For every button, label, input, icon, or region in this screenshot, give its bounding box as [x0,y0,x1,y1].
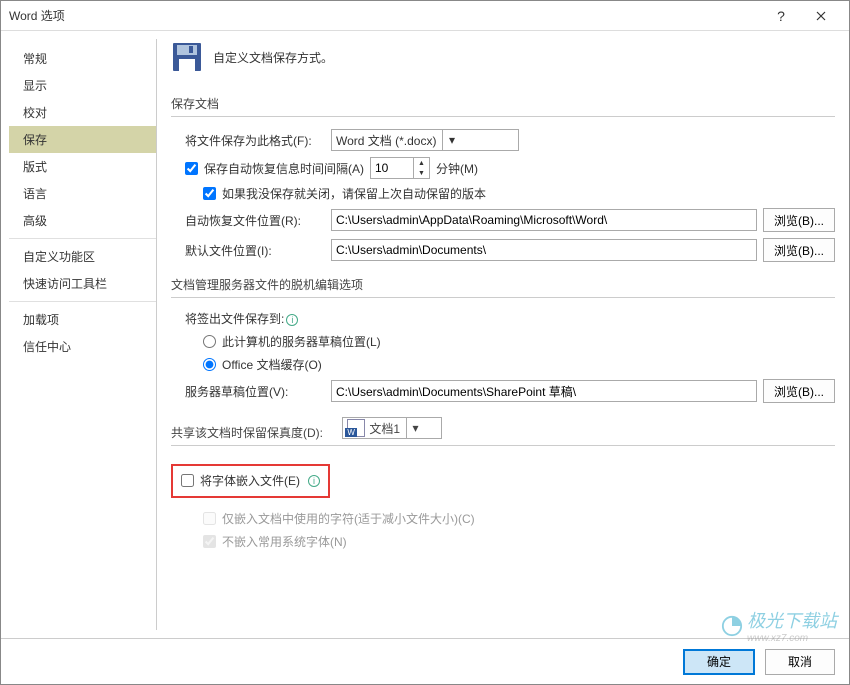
keep-last-checkbox-input[interactable] [203,187,216,200]
radio-office-cache-input[interactable] [203,358,216,371]
row-autorecover-loc: 自动恢复文件位置(R): 浏览(B)... [171,208,835,232]
no-common-fonts-label: 不嵌入常用系统字体(N) [222,533,347,550]
sidebar-item-9[interactable]: 加载项 [9,306,156,333]
radio-office-cache[interactable]: Office 文档缓存(O) [203,356,322,373]
close-icon [816,11,826,21]
autosave-checkbox-input[interactable] [185,162,198,175]
sidebar: 常规显示校对保存版式语言高级自定义功能区快速访问工具栏加载项信任中心 [9,39,157,630]
no-common-fonts-checkbox: 不嵌入常用系统字体(N) [203,533,347,550]
row-no-common-fonts: 不嵌入常用系统字体(N) [171,533,835,550]
info-icon[interactable]: i [308,475,320,487]
sidebar-item-8[interactable]: 快速访问工具栏 [9,270,156,297]
fidelity-doc-dropdown[interactable]: 文档1 ▾ [342,417,442,439]
save-format-value: Word 文档 (*.docx) [336,132,436,149]
save-format-label: 将文件保存为此格式(F): [185,132,325,149]
ok-button[interactable]: 确定 [683,649,755,675]
sidebar-item-10[interactable]: 信任中心 [9,333,156,360]
row-checkout-label: 将签出文件保存到:i [171,310,835,327]
sidebar-item-2[interactable]: 校对 [9,99,156,126]
radio-office-cache-label: Office 文档缓存(O) [222,356,322,373]
content-panel: 自定义文档保存方式。 保存文档 将文件保存为此格式(F): Word 文档 (*… [157,31,849,638]
autosave-interval-input[interactable] [371,158,413,178]
sidebar-item-6[interactable]: 高级 [9,207,156,234]
row-keep-last: 如果我没保存就关闭，请保留上次自动保留的版本 [171,185,835,202]
browse-server-drafts-button[interactable]: 浏览(B)... [763,379,835,403]
info-icon[interactable]: i [286,314,298,326]
embed-fonts-highlight: 将字体嵌入文件(E) i [171,464,330,498]
autorecover-loc-label: 自动恢复文件位置(R): [185,212,325,229]
keep-last-checkbox[interactable]: 如果我没保存就关闭，请保留上次自动保留的版本 [203,185,486,202]
server-drafts-loc-input[interactable] [331,380,757,402]
row-autosave: 保存自动恢复信息时间间隔(A) ▲▼ 分钟(M) [171,157,835,179]
row-default-loc: 默认文件位置(I): 浏览(B)... [171,238,835,262]
section-title-save: 保存文档 [171,91,835,117]
radio-server-drafts[interactable]: 此计算机的服务器草稿位置(L) [203,333,381,350]
titlebar: Word 选项 ? [1,1,849,31]
embed-used-only-label: 仅嵌入文档中使用的字符(适于减小文件大小)(C) [222,510,475,527]
save-format-dropdown[interactable]: Word 文档 (*.docx) ▾ [331,129,519,151]
row-radio-server-drafts: 此计算机的服务器草稿位置(L) [171,333,835,350]
sidebar-item-5[interactable]: 语言 [9,180,156,207]
no-common-fonts-checkbox-input [203,535,216,548]
embed-fonts-checkbox-input[interactable] [181,474,194,487]
chevron-down-icon: ▾ [442,130,460,150]
word-options-dialog: Word 选项 ? 常规显示校对保存版式语言高级自定义功能区快速访问工具栏加载项… [0,0,850,685]
keep-last-label: 如果我没保存就关闭，请保留上次自动保留的版本 [222,185,486,202]
embed-used-only-checkbox: 仅嵌入文档中使用的字符(适于减小文件大小)(C) [203,510,475,527]
save-disk-icon [171,41,203,73]
server-drafts-loc-label: 服务器草稿位置(V): [185,383,325,400]
checkout-label: 将签出文件保存到:i [185,310,298,327]
cancel-button[interactable]: 取消 [765,649,835,675]
browse-default-button[interactable]: 浏览(B)... [763,238,835,262]
close-button[interactable] [801,1,841,31]
section-title-offline: 文档管理服务器文件的脱机编辑选项 [171,272,835,298]
spinner-arrows[interactable]: ▲▼ [413,158,429,178]
sidebar-item-4[interactable]: 版式 [9,153,156,180]
autorecover-loc-input[interactable] [331,209,757,231]
fidelity-doc-name: 文档1 [369,420,400,437]
radio-server-drafts-input[interactable] [203,335,216,348]
dialog-title: Word 选项 [9,7,761,24]
sidebar-item-3[interactable]: 保存 [9,126,156,153]
sidebar-item-1[interactable]: 显示 [9,72,156,99]
content-header: 自定义文档保存方式。 [171,41,835,73]
embed-fonts-checkbox[interactable]: 将字体嵌入文件(E) i [181,472,320,489]
content-header-text: 自定义文档保存方式。 [213,49,333,66]
default-loc-label: 默认文件位置(I): [185,242,325,259]
row-save-format: 将文件保存为此格式(F): Word 文档 (*.docx) ▾ [171,129,835,151]
sidebar-item-0[interactable]: 常规 [9,45,156,72]
autosave-checkbox[interactable]: 保存自动恢复信息时间间隔(A) [185,160,364,177]
autosave-interval-spinner[interactable]: ▲▼ [370,157,430,179]
section-title-fidelity: 共享该文档时保留保真度(D): 文档1 ▾ [171,413,835,446]
embed-used-only-checkbox-input [203,512,216,525]
help-button[interactable]: ? [761,1,801,31]
default-loc-input[interactable] [331,239,757,261]
word-doc-icon [347,419,365,437]
sidebar-item-7[interactable]: 自定义功能区 [9,243,156,270]
row-radio-office-cache: Office 文档缓存(O) [171,356,835,373]
minutes-label: 分钟(M) [436,160,478,177]
browse-autorecover-button[interactable]: 浏览(B)... [763,208,835,232]
autosave-label: 保存自动恢复信息时间间隔(A) [204,160,364,177]
embed-fonts-label: 将字体嵌入文件(E) [200,472,300,489]
radio-server-drafts-label: 此计算机的服务器草稿位置(L) [222,333,381,350]
row-embed-used-only: 仅嵌入文档中使用的字符(适于减小文件大小)(C) [171,510,835,527]
dialog-body: 常规显示校对保存版式语言高级自定义功能区快速访问工具栏加载项信任中心 自定义文档… [1,31,849,638]
chevron-down-icon: ▾ [406,418,424,438]
dialog-footer: 确定 取消 [1,638,849,684]
row-server-drafts-loc: 服务器草稿位置(V): 浏览(B)... [171,379,835,403]
